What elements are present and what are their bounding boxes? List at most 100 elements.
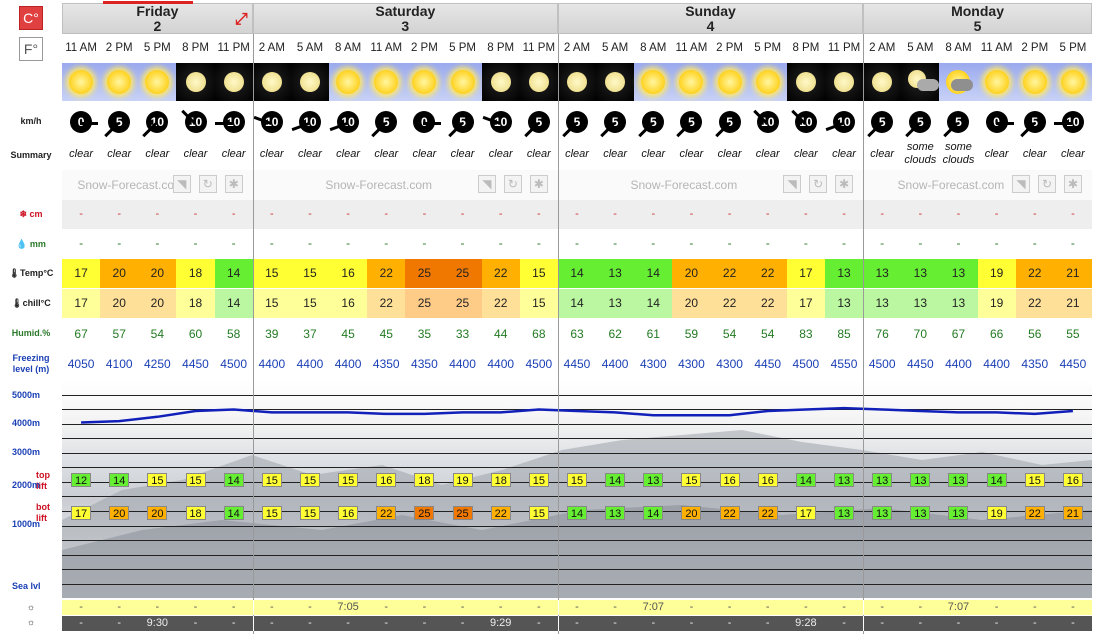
sunrise-cell: - xyxy=(689,601,694,613)
freezing-value: 4350 xyxy=(411,357,438,371)
sun-icon xyxy=(679,70,704,94)
rain-value: - xyxy=(384,236,389,250)
botlift-value: 25 xyxy=(414,506,435,520)
sunset-cell: - xyxy=(117,617,122,629)
snowflake-icon[interactable]: ✱ xyxy=(224,175,243,193)
share-icon[interactable]: ◥ xyxy=(1011,175,1030,193)
humid-value: 85 xyxy=(837,327,851,341)
wind-cell: 5 xyxy=(443,104,481,138)
chill-value: 20 xyxy=(138,289,177,318)
share-icon[interactable]: ◥ xyxy=(477,175,496,193)
moon-icon xyxy=(834,72,855,92)
snowflake-icon[interactable]: ✱ xyxy=(835,175,854,193)
humid-value: 35 xyxy=(417,327,432,341)
toplift-value: 12 xyxy=(71,473,92,487)
sunset-cell: - xyxy=(193,617,198,629)
summary-text: clear xyxy=(298,148,322,160)
time-label: 8 AM xyxy=(945,42,972,54)
day-name: Friday xyxy=(136,3,179,19)
celsius-button[interactable]: C° xyxy=(19,6,43,30)
toplift-value: 15 xyxy=(261,473,282,487)
botlift-value: 22 xyxy=(719,506,740,520)
rain-value: - xyxy=(422,236,427,250)
day-header[interactable]: Sunday 4 xyxy=(557,3,864,34)
sunset-cell: - xyxy=(384,617,389,629)
time-label: 11 AM xyxy=(370,42,403,54)
freezing-value: 4450 xyxy=(754,357,782,371)
chill-value: 15 xyxy=(290,289,330,318)
rain-value: - xyxy=(994,236,999,250)
snow-value: - xyxy=(269,208,274,220)
chill-value: 21 xyxy=(1053,289,1092,318)
sunrise-cell: - xyxy=(727,601,732,613)
temp-value: 14 xyxy=(214,259,253,288)
summary-text: clear xyxy=(832,148,856,160)
refresh-icon[interactable]: ↻ xyxy=(503,175,522,193)
sunset-cell: - xyxy=(1032,617,1037,629)
day-separator xyxy=(557,380,559,598)
humid-value: 33 xyxy=(455,327,470,341)
snow-value: - xyxy=(765,208,770,220)
snow-value: - xyxy=(537,208,541,220)
freezing-value: 4450 xyxy=(1059,357,1087,371)
sunrise-row: - - - - - - - 7:05 - - - - - - - 7:07 - - - - - - - 7:07 - - - xyxy=(62,600,1092,615)
sunset-cell: - xyxy=(689,617,694,629)
refresh-icon[interactable]: ↻ xyxy=(1037,175,1056,193)
time-label: 8 AM xyxy=(334,42,362,54)
refresh-icon[interactable]: ↻ xyxy=(198,175,217,193)
freezing-value: 4400 xyxy=(258,357,286,371)
refresh-icon[interactable]: ↻ xyxy=(809,175,828,193)
temp-label: 🌡Temp°C xyxy=(8,268,54,278)
share-icon[interactable]: ◥ xyxy=(783,175,802,193)
share-icon[interactable]: ◥ xyxy=(172,175,191,193)
expand-icon[interactable]: ⤢ xyxy=(235,12,248,28)
chill-value: 13 xyxy=(863,289,902,318)
summary-text: clear xyxy=(1022,148,1047,160)
botlift-value: 19 xyxy=(986,506,1007,520)
wind-cell: 5 xyxy=(672,104,710,138)
sunrise-cell: - xyxy=(537,601,541,613)
snowflake-icon[interactable]: ✱ xyxy=(1063,175,1082,193)
wind-cell: 5 xyxy=(100,104,138,138)
sunrise-cell: 7:05 xyxy=(337,601,359,613)
wind-arrow-icon xyxy=(995,122,1014,125)
freezing-value: 4250 xyxy=(144,357,171,371)
wind-arrow-icon xyxy=(423,122,442,125)
active-day-marker xyxy=(103,1,193,4)
freezing-value: 4500 xyxy=(525,357,553,371)
time-label: 2 PM xyxy=(105,42,133,54)
summary-text: clear xyxy=(603,148,628,160)
temp-value: 17 xyxy=(786,259,825,288)
rain-value: - xyxy=(460,236,465,250)
sun-icon xyxy=(450,70,475,94)
wind-cell: 5 xyxy=(901,104,939,138)
snow-value: - xyxy=(994,208,999,220)
moon-icon xyxy=(299,72,320,92)
wind-cell: 10 xyxy=(787,104,825,138)
chill-value: 14 xyxy=(634,289,673,318)
day-header[interactable]: Friday 2 ⤢ xyxy=(62,1,253,34)
day-name: Sunday xyxy=(685,3,736,19)
toplift-value: 15 xyxy=(338,473,359,487)
toplift-value: 15 xyxy=(185,473,206,487)
day-separator xyxy=(557,616,559,631)
day-header[interactable]: Saturday 3 xyxy=(252,3,558,34)
chill-value: 22 xyxy=(710,289,749,318)
day-separator xyxy=(252,380,254,598)
summary-text: clear xyxy=(793,148,818,160)
sunset-cell: 9:29 xyxy=(489,617,512,629)
sky-cell xyxy=(100,63,139,101)
summary-text: clear xyxy=(488,148,513,160)
temp-value: 13 xyxy=(863,259,902,288)
wind-speed: 10 xyxy=(833,111,856,133)
fahrenheit-button[interactable]: F° xyxy=(19,37,43,61)
temp-value: 14 xyxy=(557,259,597,288)
day-header[interactable]: Monday 5 xyxy=(863,3,1092,34)
temp-value: 19 xyxy=(977,259,1016,288)
wind-speed: 10 xyxy=(298,111,321,133)
toplift-value: 16 xyxy=(376,473,397,487)
rain-value: - xyxy=(79,236,84,250)
day-date: 5 xyxy=(973,18,982,34)
snowflake-icon[interactable]: ✱ xyxy=(529,175,548,193)
snow-value: - xyxy=(956,208,961,220)
